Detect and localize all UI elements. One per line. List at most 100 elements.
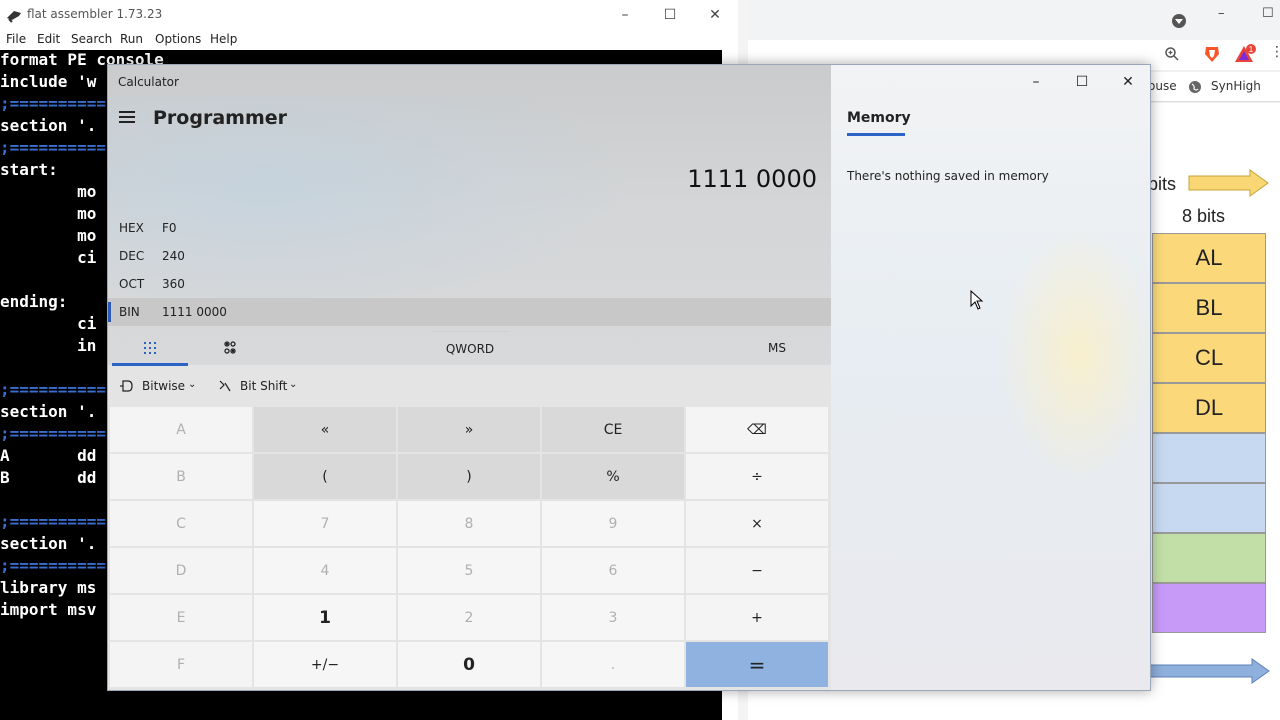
code-line: ci (0, 248, 97, 267)
code-line: start: (0, 160, 58, 179)
globe-icon (1189, 81, 1201, 93)
key-8[interactable]: 8 (398, 501, 540, 546)
menu-search[interactable]: Search (71, 32, 112, 46)
radix-row-bin[interactable]: BIN 1111 0000 (108, 298, 831, 326)
menu-options[interactable]: Options (155, 32, 201, 46)
full-keypad-icon[interactable] (143, 341, 157, 355)
radix-label: BIN (119, 305, 140, 319)
fasm-window-title: flat assembler 1.73.23 (27, 7, 163, 21)
browser-tabstrip: – ☐ (738, 0, 1280, 40)
brave-rewards-icon[interactable]: 1 (1234, 44, 1256, 64)
hamburger-menu-icon[interactable] (119, 111, 135, 123)
code-line: section '. (0, 116, 97, 135)
brave-shield-icon[interactable] (1202, 44, 1222, 64)
key-3[interactable]: 3 (542, 595, 684, 640)
code-line: ci (0, 314, 97, 333)
blue-arrow-icon (1148, 658, 1270, 684)
code-line: section '. (0, 534, 97, 553)
bitwise-dropdown[interactable]: Bitwise (142, 379, 185, 393)
code-line: library ms (0, 578, 97, 597)
code-line: include 'w (0, 72, 97, 91)
calc-minimize-button[interactable]: – (1013, 67, 1059, 97)
code-line: ;========== (0, 556, 106, 575)
fasm-maximize-button[interactable]: ☐ (647, 0, 693, 30)
key-0[interactable]: 0 (398, 642, 540, 687)
key-c[interactable]: C (110, 501, 252, 546)
key-shift-right[interactable]: » (398, 407, 540, 452)
browser-menu-icon[interactable]: ⋮ (1270, 44, 1280, 60)
key-shift-left[interactable]: « (254, 407, 396, 452)
memory-tab[interactable]: Memory (847, 110, 911, 126)
key-equals[interactable]: = (686, 642, 828, 687)
key-subtract[interactable]: − (686, 548, 828, 593)
browser-maximize-button[interactable]: ☐ (1262, 6, 1274, 21)
key-add[interactable]: + (686, 595, 828, 640)
code-line: ;========== (0, 380, 106, 399)
key-e[interactable]: E (110, 595, 252, 640)
key-open-paren[interactable]: ( (254, 454, 396, 499)
key-decimal[interactable]: . (542, 642, 684, 687)
radix-row-dec[interactable]: DEC 240 (108, 242, 831, 270)
register-block-purple (1152, 583, 1266, 633)
operations-bar: Bitwise ⌄ Bit Shift ⌄ (108, 371, 831, 401)
bit-toggling-keypad-icon[interactable] (223, 341, 237, 355)
desktop: flat assembler 1.73.23 – ☐ ✕ File Edit S… (0, 0, 1280, 720)
radix-value: 360 (162, 277, 185, 291)
mouse-cursor-icon (970, 290, 984, 310)
browser-minimize-button[interactable]: – (1218, 6, 1225, 21)
key-7[interactable]: 7 (254, 501, 396, 546)
key-backspace[interactable]: ⌫ (686, 407, 828, 452)
code-line: mo (0, 182, 97, 201)
code-line: ;========== (0, 512, 106, 531)
key-9[interactable]: 9 (542, 501, 684, 546)
keypad-active-underline (112, 363, 188, 366)
calc-mode-title: Programmer (153, 107, 287, 129)
fasm-minimize-button[interactable]: – (602, 0, 648, 30)
menu-help[interactable]: Help (210, 32, 237, 46)
calc-window-title: Calculator (118, 75, 179, 89)
memory-tab-underline (847, 133, 905, 136)
calc-close-button[interactable]: ✕ (1105, 67, 1150, 97)
key-multiply[interactable]: × (686, 501, 828, 546)
rewards-badge-count: 1 (1249, 45, 1254, 54)
tab-search-icon[interactable] (1172, 14, 1186, 28)
word-size-button[interactable]: QWORD (431, 331, 509, 365)
bitwise-chevron-down-icon: ⌄ (188, 379, 197, 390)
key-b[interactable]: B (110, 454, 252, 499)
calc-maximize-button[interactable]: ☐ (1059, 67, 1105, 97)
bookmark-item-ouse[interactable]: ouse (1148, 79, 1177, 93)
menu-file[interactable]: File (6, 32, 26, 46)
key-negate[interactable]: +/− (254, 642, 396, 687)
key-clear-entry[interactable]: CE (542, 407, 684, 452)
radix-label: DEC (119, 249, 145, 263)
bits-label-top: bits (1148, 174, 1177, 194)
key-2[interactable]: 2 (398, 595, 540, 640)
code-line: mo (0, 204, 97, 223)
key-4[interactable]: 4 (254, 548, 396, 593)
radix-row-hex[interactable]: HEX F0 (108, 214, 831, 242)
key-d[interactable]: D (110, 548, 252, 593)
key-a[interactable]: A (110, 407, 252, 452)
radix-row-oct[interactable]: OCT 360 (108, 270, 831, 298)
key-divide[interactable]: ÷ (686, 454, 828, 499)
bookmark-item-synhigh[interactable]: SynHigh (1211, 79, 1261, 93)
memory-store-button[interactable]: MS (768, 341, 786, 355)
memory-pane-glow (998, 225, 1150, 485)
menu-run[interactable]: Run (120, 32, 143, 46)
radix-value: F0 (162, 221, 177, 235)
zoom-icon[interactable] (1164, 46, 1180, 62)
key-1[interactable]: 1 (254, 595, 396, 640)
key-close-paren[interactable]: ) (398, 454, 540, 499)
key-5[interactable]: 5 (398, 548, 540, 593)
key-f[interactable]: F (110, 642, 252, 687)
menu-edit[interactable]: Edit (37, 32, 60, 46)
register-bl: BL (1152, 283, 1266, 333)
code-line: section '. (0, 402, 97, 421)
register-cl: CL (1152, 333, 1266, 383)
fasm-close-button[interactable]: ✕ (692, 0, 738, 30)
key-modulo[interactable]: % (542, 454, 684, 499)
key-6[interactable]: 6 (542, 548, 684, 593)
memory-empty-message: There's nothing saved in memory (847, 169, 1049, 183)
bit-shift-dropdown[interactable]: Bit Shift (240, 379, 287, 393)
register-block-blue-2 (1152, 483, 1266, 533)
